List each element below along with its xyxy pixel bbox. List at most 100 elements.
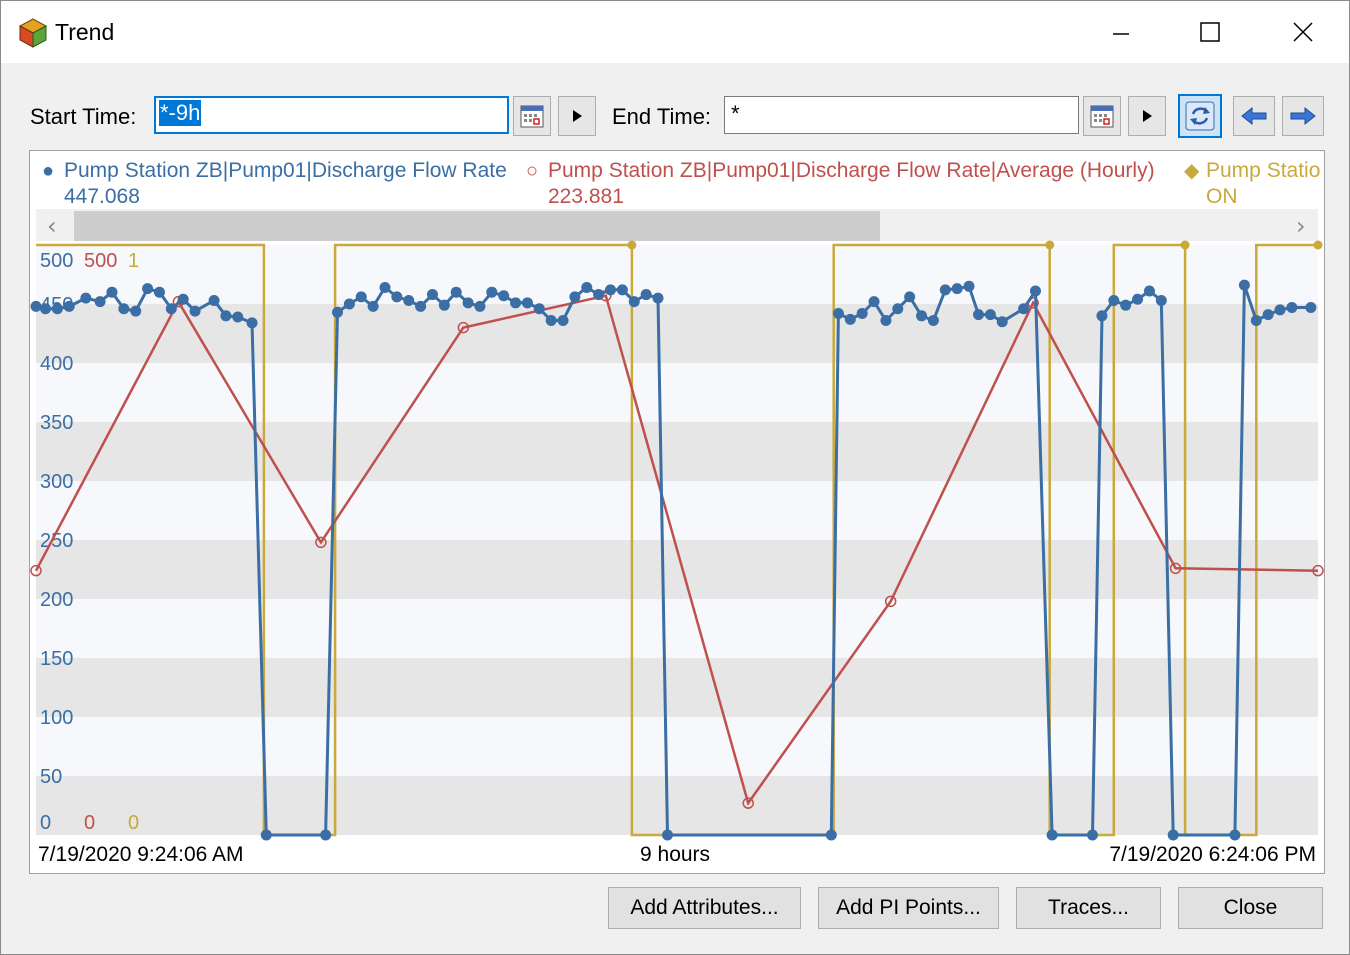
data-point-flow-rate [569,291,581,303]
data-point-flow-rate [545,315,557,327]
play-arrow-icon [1143,110,1152,122]
data-point-flow-rate [1229,829,1241,841]
data-point-flow-rate [1018,303,1030,315]
data-point-flow-rate [1238,279,1250,291]
legend-item-pump-status[interactable]: ◆ Pump Statio ON [1184,159,1320,208]
data-point-flow-rate [232,311,244,323]
data-point-flow-rate [825,829,837,841]
data-point-flow-rate [1046,829,1058,841]
data-point-pump-status [1313,240,1323,250]
data-point-flow-rate [106,286,118,298]
data-point-flow-rate [320,829,332,841]
legend-item-flow-rate[interactable]: ● Pump Station ZB|Pump01|Discharge Flow … [42,159,507,208]
data-point-flow-rate [130,305,142,317]
start-time-label: Start Time: [30,104,137,129]
data-point-pump-status [1180,240,1190,250]
y-tick-label: 400 [40,353,73,375]
back-button[interactable] [1233,96,1275,136]
data-point-flow-rate [593,289,605,301]
trend-chart[interactable]: ● Pump Station ZB|Pump01|Discharge Flow … [29,150,1325,874]
add-attributes-button[interactable]: Add Attributes... [608,887,801,929]
data-point-flow-rate [415,300,427,312]
traces-button[interactable]: Traces... [1016,887,1161,929]
data-point-flow-rate [246,317,258,329]
data-point-flow-rate [557,315,569,327]
legend-name-flow-rate: Pump Station ZB|Pump01|Discharge Flow Ra… [64,159,507,182]
data-point-flow-rate [868,296,880,308]
data-point-flow-rate [581,281,593,293]
scale-bottom-pump-status: 0 [128,812,139,834]
data-point-flow-rate [367,300,379,312]
data-point-flow-rate [963,280,975,292]
maximize-button[interactable] [1164,1,1256,63]
time-axis: 7/19/2020 9:24:06 AM 9 hours 7/19/2020 6… [38,843,1316,866]
data-point-flow-rate [474,300,486,312]
start-calendar-button[interactable] [513,96,551,136]
y-axis-ticks: 45040035030025020015010050 [40,294,73,788]
legend-value-flow-rate: 447.068 [64,185,140,208]
data-point-flow-rate [844,313,856,325]
data-point-flow-rate [904,291,916,303]
scroll-right-arrow[interactable]: › [1296,212,1306,240]
data-point-flow-rate [652,292,664,304]
data-point-flow-rate [343,298,355,310]
right-arrow-icon [1290,106,1316,126]
horizontal-scrollbar[interactable]: ‹ › [36,209,1318,241]
add-pi-points-button[interactable]: Add PI Points... [818,887,999,929]
y-tick-label: 100 [40,707,73,729]
scroll-left-arrow[interactable]: ‹ [47,212,57,240]
data-point-flow-rate [208,294,220,306]
scale-top-flow-rate: 500 [40,250,73,272]
trend-plot[interactable]: ● Pump Station ZB|Pump01|Discharge Flow … [30,151,1324,873]
data-point-flow-rate [1086,829,1098,841]
left-arrow-icon [1241,106,1267,126]
legend-marker-average: ○ [526,160,538,182]
y-tick-label: 50 [40,766,62,788]
data-point-flow-rate [856,307,868,319]
data-point-flow-rate [498,290,510,302]
title-bar[interactable]: Trend [1,1,1349,63]
legend-marker-pump-status: ◆ [1184,160,1200,182]
data-point-flow-rate [30,300,42,312]
data-point-flow-rate [1274,304,1286,316]
legend-value-average: 223.881 [548,185,624,208]
end-time-label: End Time: [612,104,712,129]
y-tick-label: 150 [40,648,73,670]
start-time-value: *-9h [159,100,202,126]
scroll-thumb[interactable] [74,211,880,241]
calendar-icon [1090,105,1114,128]
minimize-button[interactable] [1075,1,1167,63]
data-point-flow-rate [1305,302,1317,314]
data-point-flow-rate [355,291,367,303]
data-point-flow-rate [260,829,272,841]
data-point-flow-rate [153,286,165,298]
close-window-button[interactable] [1257,1,1349,63]
refresh-button[interactable] [1178,94,1222,138]
data-point-flow-rate [403,294,415,306]
end-time-go-button[interactable] [1128,96,1166,136]
data-point-flow-rate [533,303,545,315]
grid-band [36,658,1318,717]
end-calendar-button[interactable] [1083,96,1121,136]
data-point-flow-rate [973,309,985,321]
data-point-flow-rate [1286,302,1298,314]
data-point-flow-rate [426,289,438,301]
end-time-input[interactable]: * [724,96,1079,134]
data-point-flow-rate [1096,310,1108,322]
forward-button[interactable] [1282,96,1324,136]
data-point-flow-rate [892,303,904,315]
data-point-flow-rate [996,316,1008,328]
data-point-flow-rate [379,281,391,293]
legend-item-average[interactable]: ○ Pump Station ZB|Pump01|Discharge Flow … [526,159,1155,208]
data-point-flow-rate [80,292,92,304]
data-point-flow-rate [462,297,474,309]
data-point-flow-rate [142,283,154,295]
start-time-go-button[interactable] [558,96,596,136]
data-point-flow-rate [1143,285,1155,297]
data-point-flow-rate [220,310,232,322]
start-time-input[interactable]: *-9h [154,96,509,134]
data-point-flow-rate [510,297,522,309]
start-time-label-axis: 7/19/2020 9:24:06 AM [38,843,244,866]
close-button[interactable]: Close [1178,887,1323,929]
data-point-flow-rate [486,286,498,298]
